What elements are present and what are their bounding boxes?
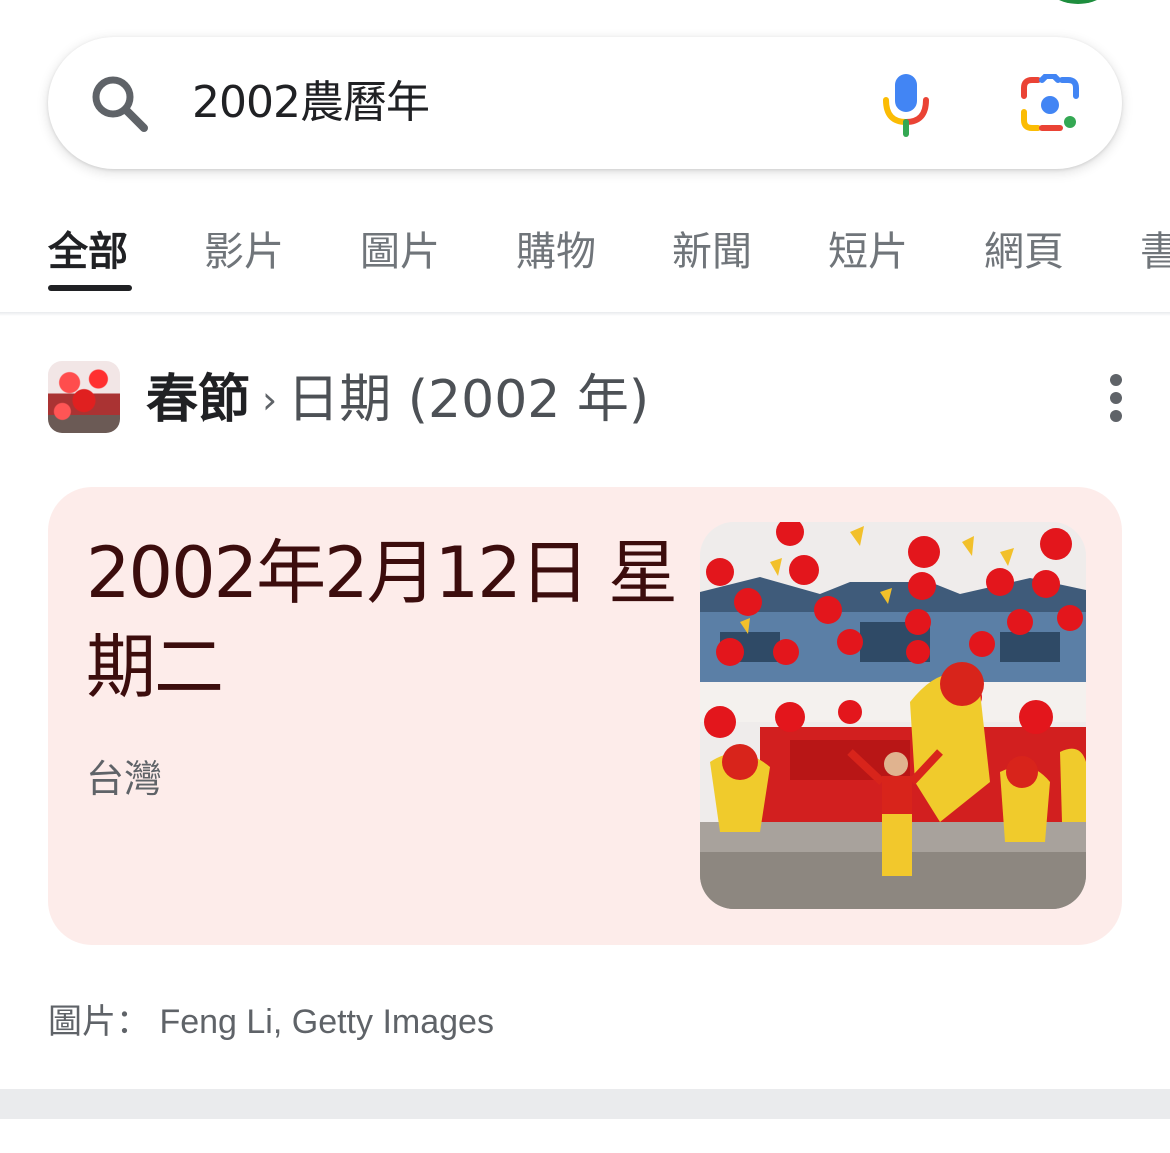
google-lens-icon[interactable] [1018, 74, 1082, 134]
tab-web[interactable]: 網頁 [984, 224, 1064, 284]
tab-videos[interactable]: 影片 [204, 224, 284, 284]
search-icon[interactable] [88, 72, 152, 136]
attribute-name: 日期 (2002 年) [287, 370, 650, 430]
tab-short-videos[interactable]: 短片 [828, 224, 908, 284]
tab-books[interactable]: 書 [1140, 224, 1170, 284]
festival-scene-image [700, 522, 1086, 909]
more-vert-icon[interactable] [1100, 370, 1132, 426]
search-tabs: 全部 影片 圖片 購物 新聞 短片 網頁 書 [0, 210, 1170, 314]
tab-shopping[interactable]: 購物 [516, 224, 596, 284]
tab-images[interactable]: 圖片 [360, 224, 440, 284]
search-results-page: 全部 影片 圖片 購物 新聞 短片 網頁 書 春節 ›日期 (2002 年) 20… [0, 0, 1170, 1153]
answer-region: 台灣 [86, 757, 163, 801]
lion-dance-photo[interactable] [700, 522, 1086, 909]
account-avatar[interactable] [1040, 0, 1116, 4]
image-credit-label: 圖片： [48, 1002, 150, 1042]
answer-date: 2002年2月12日 星期二 [86, 532, 678, 708]
microphone-icon[interactable] [878, 70, 934, 138]
entity-name[interactable]: 春節 [146, 370, 250, 430]
section-divider [0, 1089, 1170, 1119]
breadcrumb-separator: › [262, 378, 278, 422]
tab-all[interactable]: 全部 [48, 224, 128, 284]
breadcrumb: 春節 › 日期 (2002 年) [146, 364, 649, 436]
search-input[interactable] [192, 72, 832, 134]
tabs-divider [0, 312, 1170, 316]
image-credit-source[interactable]: Feng Li, Getty Images [159, 1003, 494, 1041]
entity-thumbnail[interactable] [48, 361, 120, 433]
active-tab-indicator [48, 285, 132, 291]
tab-news[interactable]: 新聞 [672, 224, 752, 284]
image-credit: 圖片： Feng Li, Getty Images [48, 994, 494, 1043]
